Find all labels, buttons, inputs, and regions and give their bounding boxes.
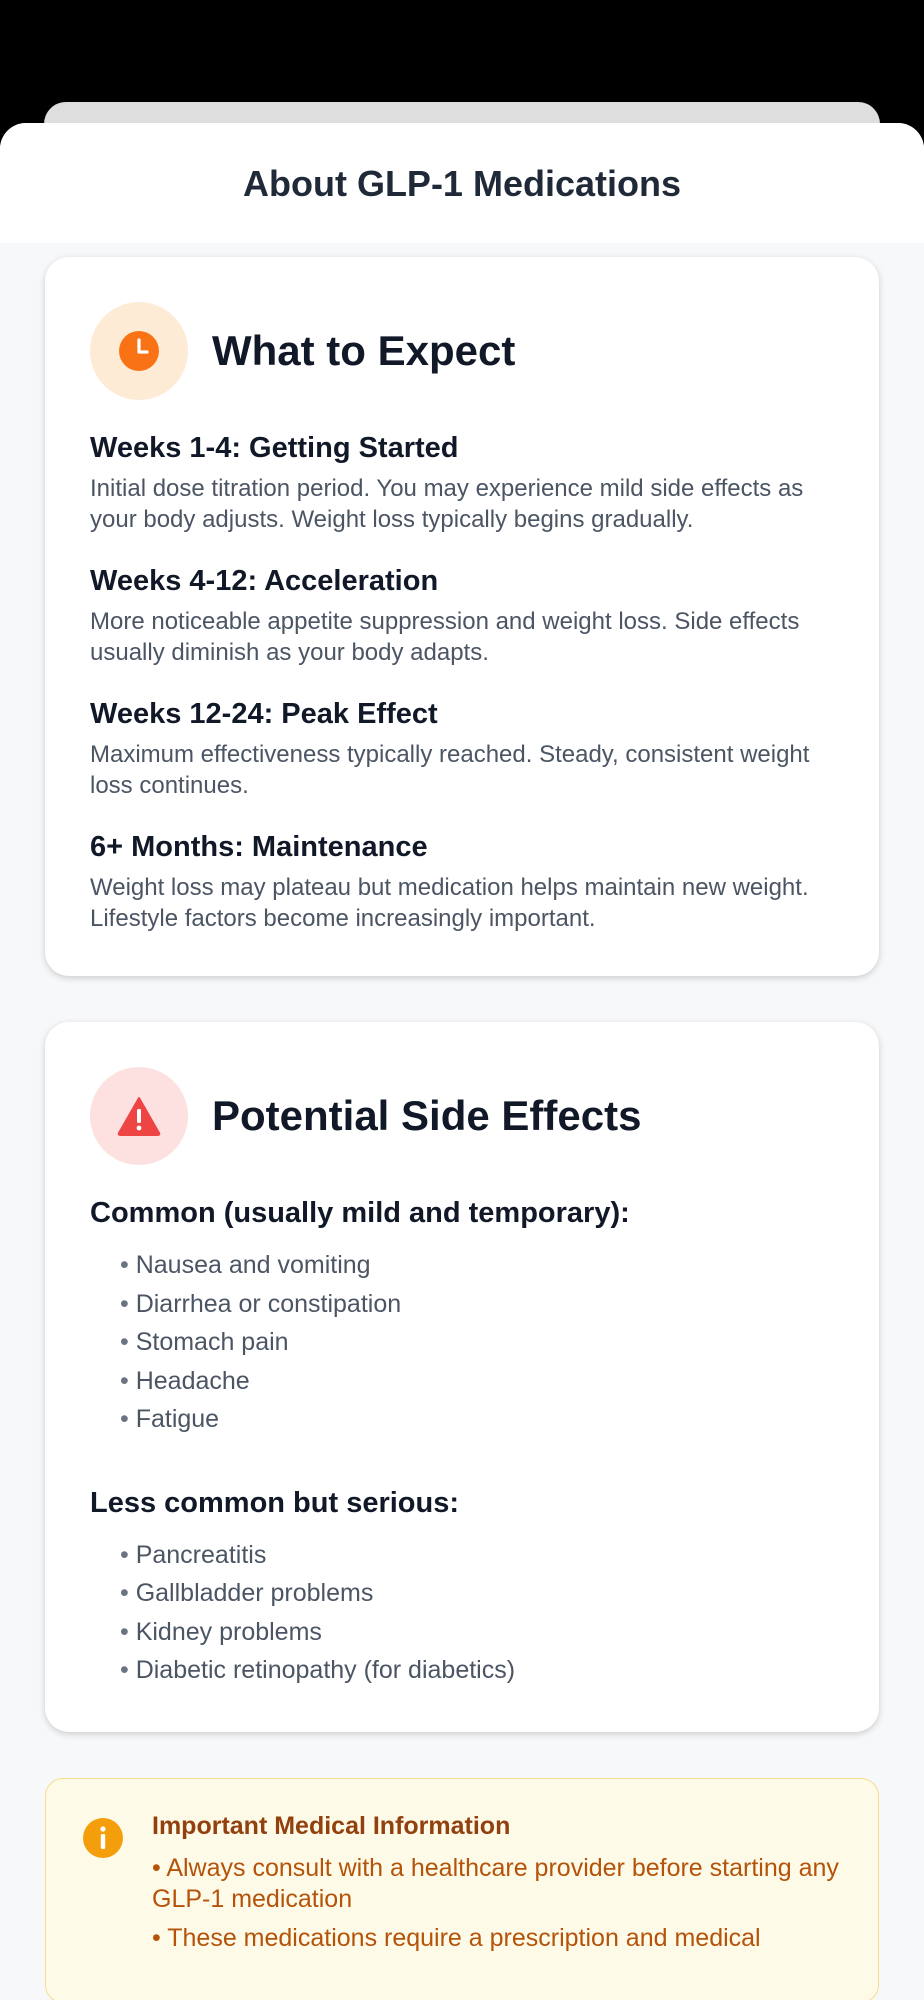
list-item: Gallbladder problems xyxy=(120,1574,834,1613)
info-item: • These medications require a prescripti… xyxy=(152,1923,761,1952)
stage-title: Weeks 1-4: Getting Started xyxy=(90,432,459,464)
stage-description: Weight loss may plateau but medication h… xyxy=(90,874,809,932)
stage-item: Weeks 12-24: Peak Effect Maximum effecti… xyxy=(90,698,834,801)
list-item: Pancreatitis xyxy=(120,1536,834,1575)
card-title: What to Expect xyxy=(212,327,516,374)
list-item: Fatigue xyxy=(120,1400,834,1439)
warning-icon xyxy=(117,1097,161,1136)
stage-title: Weeks 12-24: Peak Effect xyxy=(90,698,438,730)
warning-icon-badge xyxy=(90,1067,188,1165)
common-heading: Common (usually mild and temporary): xyxy=(90,1197,630,1229)
list-item: Nausea and vomiting xyxy=(120,1246,834,1285)
stage-item: Weeks 1-4: Getting Started Initial dose … xyxy=(90,432,834,535)
scroll-content[interactable]: What to Expect Weeks 1-4: Getting Starte… xyxy=(0,243,924,2000)
info-body: Important Medical Information • Always c… xyxy=(152,1812,848,1962)
info-title: Important Medical Information xyxy=(152,1811,511,1840)
bottom-sheet: About GLP-1 Medications What to Expect W… xyxy=(0,123,924,2000)
common-list: Nausea and vomiting Diarrhea or constipa… xyxy=(90,1246,834,1439)
serious-list: Pancreatitis Gallbladder problems Kidney… xyxy=(90,1536,834,1690)
clock-icon-badge xyxy=(90,302,188,400)
info-icon xyxy=(83,1817,123,1858)
stage-title: Weeks 4-12: Acceleration xyxy=(90,565,439,597)
sheet-header: About GLP-1 Medications xyxy=(0,123,924,243)
stage-item: Weeks 4-12: Acceleration More noticeable… xyxy=(90,565,834,668)
stage-title: 6+ Months: Maintenance xyxy=(90,831,428,863)
list-item: Stomach pain xyxy=(120,1323,834,1362)
card-header: What to Expect xyxy=(90,302,834,400)
side-effects-card: Potential Side Effects Common (usually m… xyxy=(45,1022,879,1732)
sheet-title: About GLP-1 Medications xyxy=(242,163,681,204)
clock-icon xyxy=(119,331,159,371)
card-title: Potential Side Effects xyxy=(212,1092,642,1139)
stage-description: More noticeable appetite suppression and… xyxy=(90,608,800,666)
list-item: Diarrhea or constipation xyxy=(120,1285,834,1324)
what-to-expect-card: What to Expect Weeks 1-4: Getting Starte… xyxy=(45,257,879,976)
list-item: Headache xyxy=(120,1362,834,1401)
list-item: Kidney problems xyxy=(120,1613,834,1652)
serious-heading: Less common but serious: xyxy=(90,1486,460,1519)
stage-description: Initial dose titration period. You may e… xyxy=(90,475,804,533)
medical-info-box: Important Medical Information • Always c… xyxy=(45,1777,879,2000)
card-header: Potential Side Effects xyxy=(90,1067,834,1165)
list-item: Diabetic retinopathy (for diabetics) xyxy=(120,1651,834,1690)
info-item: • Always consult with a healthcare provi… xyxy=(152,1853,839,1913)
stage-description: Maximum effectiveness typically reached.… xyxy=(90,741,810,799)
stage-item: 6+ Months: Maintenance Weight loss may p… xyxy=(90,831,834,934)
